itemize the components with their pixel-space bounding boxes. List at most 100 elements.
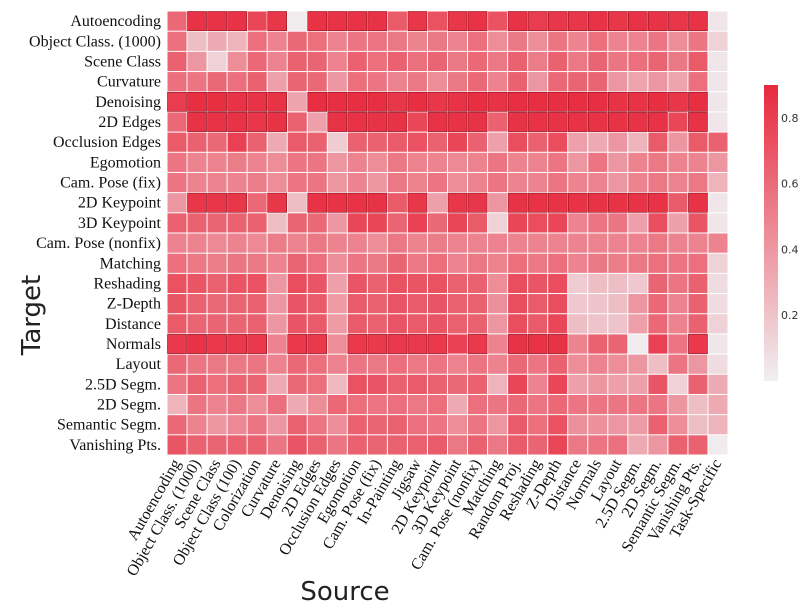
heatmap-cell — [427, 435, 447, 455]
heatmap-cell — [668, 91, 688, 112]
heatmap-cell — [247, 435, 267, 455]
heatmap-cell — [508, 253, 528, 273]
heatmap-cell — [668, 253, 688, 273]
colorbar-tick-label: 0.6 — [781, 178, 799, 191]
y-tick-label: Occlusion Edges — [53, 134, 161, 151]
heatmap-cell — [427, 91, 448, 112]
heatmap-cell — [187, 415, 207, 435]
heatmap-cell — [267, 132, 287, 152]
heatmap-cell — [547, 91, 568, 112]
heatmap-cell — [508, 394, 528, 415]
heatmap-cell — [227, 132, 247, 152]
y-tick-label: Matching — [100, 255, 161, 272]
heatmap-cell — [167, 91, 187, 112]
heatmap-cell — [668, 233, 688, 253]
heatmap-cell — [367, 51, 387, 72]
y-tick-label: 2D Edges — [98, 114, 161, 131]
heatmap-cell — [488, 51, 508, 72]
heatmap-cell — [528, 435, 548, 455]
heatmap-cell — [648, 394, 668, 415]
heatmap-cell — [528, 233, 548, 253]
heatmap-cell — [548, 51, 568, 72]
heatmap-cell — [488, 314, 508, 334]
heatmap-cell — [407, 334, 428, 354]
heatmap-cell — [488, 394, 508, 415]
heatmap-cell — [668, 213, 688, 233]
heatmap-cell — [688, 435, 708, 455]
heatmap-cell — [187, 294, 207, 314]
heatmap-cell — [468, 152, 488, 172]
heatmap-cell — [467, 91, 488, 112]
heatmap-cell — [688, 11, 708, 31]
heatmap-cell — [247, 152, 267, 172]
heatmap-cell — [347, 294, 367, 314]
heatmap-cell — [648, 273, 668, 294]
heatmap-cell — [588, 172, 608, 193]
y-tick-label: Reshading — [93, 275, 161, 292]
heatmap-cell — [347, 51, 367, 72]
heatmap-cell — [227, 394, 247, 415]
heatmap-cell — [247, 91, 267, 112]
heatmap-cell — [548, 273, 568, 294]
heatmap-cell — [427, 51, 447, 72]
heatmap-cell — [467, 11, 488, 31]
heatmap-cell — [668, 11, 688, 31]
heatmap-cell — [588, 152, 608, 172]
heatmap-cell — [468, 253, 488, 273]
heatmap-cell — [247, 11, 267, 31]
heatmap-cell — [688, 374, 708, 394]
heatmap-cell — [367, 213, 387, 233]
heatmap-cell — [407, 72, 427, 92]
heatmap-cell — [488, 193, 508, 213]
heatmap-cell — [327, 394, 347, 415]
y-tick-label: Cam. Pose (fix) — [60, 175, 161, 192]
heatmap-cell — [568, 394, 588, 415]
heatmap-cell — [447, 112, 468, 132]
heatmap-cell — [588, 253, 608, 273]
heatmap-cell — [267, 374, 287, 394]
heatmap-cell — [387, 435, 407, 455]
heatmap-cell — [688, 394, 708, 415]
heatmap-cell — [387, 112, 408, 132]
heatmap-cell — [508, 415, 528, 435]
heatmap-cell — [327, 334, 347, 354]
heatmap-cell — [567, 112, 588, 132]
heatmap-cell — [587, 11, 608, 31]
heatmap-cell — [267, 273, 287, 294]
heatmap-cell — [528, 314, 548, 334]
heatmap-cell — [548, 374, 568, 394]
heatmap-cell — [247, 112, 267, 132]
heatmap-cell — [468, 72, 488, 92]
heatmap-cell — [528, 213, 548, 233]
heatmap-cell — [367, 294, 387, 314]
heatmap-cell — [468, 31, 488, 51]
heatmap-cell — [167, 112, 187, 132]
heatmap-cell — [668, 394, 688, 415]
heatmap-cell — [247, 31, 267, 51]
heatmap-cell — [267, 91, 288, 112]
heatmap-cell — [448, 253, 468, 273]
heatmap-cell — [708, 213, 728, 233]
heatmap-cell — [528, 394, 548, 415]
heatmap-cell — [448, 51, 468, 72]
heatmap-cell — [688, 91, 708, 112]
heatmap-cell — [267, 11, 288, 31]
heatmap-cell — [287, 193, 307, 213]
heatmap-cell — [227, 192, 247, 213]
heatmap-cell — [287, 273, 307, 294]
heatmap-cell — [387, 374, 407, 394]
heatmap-cell — [548, 31, 568, 51]
heatmap-cell — [648, 354, 668, 374]
heatmap-cell — [207, 192, 227, 213]
heatmap-cell — [287, 435, 307, 455]
heatmap-cell — [507, 11, 528, 31]
heatmap-cell — [207, 31, 227, 51]
heatmap-cell — [528, 72, 548, 92]
heatmap-cell — [207, 112, 227, 132]
heatmap-cell — [688, 294, 708, 314]
heatmap-cell — [287, 334, 308, 354]
heatmap-cell — [508, 31, 528, 51]
heatmap-cell — [628, 213, 648, 233]
heatmap-cell — [247, 172, 267, 193]
heatmap-cell — [267, 112, 288, 132]
